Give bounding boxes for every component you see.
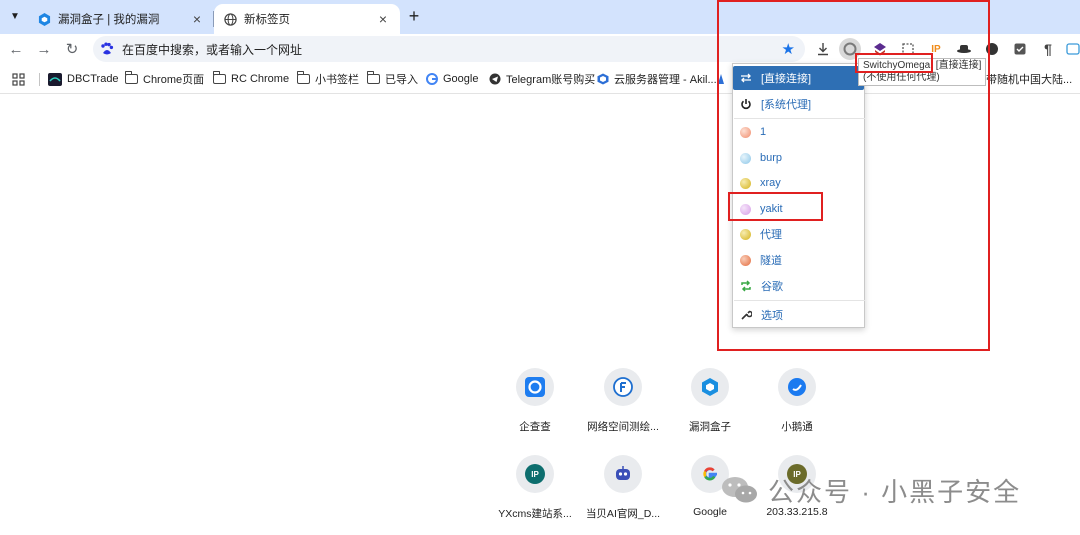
- back-arrow-icon[interactable]: ←: [6, 39, 26, 59]
- tab-title: 漏洞盒子 | 我的漏洞: [58, 14, 160, 26]
- address-placeholder: 在百度中搜索，或者输入一个网址: [122, 42, 303, 57]
- close-icon[interactable]: ×: [190, 11, 204, 27]
- address-bar[interactable]: 在百度中搜索，或者输入一个网址 ★: [93, 36, 805, 62]
- bookmark-cloud-server[interactable]: 云服务器管理 - Akil...: [597, 71, 717, 87]
- bookmark-label: Telegram账号购买: [506, 74, 596, 86]
- notes-extension-icon[interactable]: [1011, 40, 1029, 58]
- baidu-icon: [101, 42, 114, 55]
- shortcut-icon-circle: IP: [516, 455, 554, 493]
- vulbox-icon: [702, 378, 718, 396]
- folder-icon: [366, 71, 380, 84]
- pilcrow-extension-icon[interactable]: ¶: [1039, 40, 1057, 58]
- forward-arrow-icon[interactable]: →: [34, 39, 54, 59]
- shortcut-icon-circle: [778, 368, 816, 406]
- cube-icon: [597, 73, 609, 85]
- dbctrade-icon: [48, 72, 62, 86]
- folder-icon: [212, 71, 226, 84]
- wechat-watermark: 公众号 · 小黑子安全: [720, 470, 1021, 510]
- shortcut-label: 企查查: [519, 421, 551, 433]
- shortcut-label: 漏洞盒子: [689, 421, 731, 433]
- shortcut-label: 网络空间测绘...: [587, 421, 659, 433]
- shortcut-icon-circle: [516, 368, 554, 406]
- telegram-icon: [489, 73, 501, 85]
- bookmark-chrome-pages[interactable]: Chrome页面: [124, 71, 205, 87]
- bookmark-telegram[interactable]: Telegram账号购买: [489, 71, 595, 87]
- shortcut-label: 当贝AI官网_D...: [585, 508, 661, 520]
- robot-icon: [616, 466, 630, 480]
- shortcut-qichacha[interactable]: 企查查: [491, 368, 579, 438]
- watermark-text: 公众号 · 小黑子安全: [768, 476, 1022, 507]
- tab-new-tab[interactable]: 新标签页 ×: [214, 4, 400, 34]
- shortcut-xiaoetong[interactable]: 小鹅通: [753, 368, 841, 438]
- bookmark-rc-chrome[interactable]: RC Chrome: [212, 71, 290, 87]
- qichacha-icon: [525, 377, 545, 397]
- bookmark-dbctrade[interactable]: DBCTrade: [48, 71, 119, 87]
- vulbox-favicon-icon: [38, 12, 51, 26]
- globe-icon: [224, 12, 237, 26]
- fofa-icon: [613, 377, 633, 397]
- bookmarks-divider: [39, 73, 40, 86]
- shortcut-cyberspace-mapping[interactable]: 网络空间测绘...: [579, 368, 667, 438]
- shortcut-yxcms[interactable]: IP YXcms建站系...: [491, 455, 579, 525]
- bookmark-label: DBCTrade: [67, 73, 119, 85]
- google-icon: [703, 467, 717, 481]
- close-icon[interactable]: ×: [376, 11, 390, 27]
- folder-icon: [296, 71, 310, 84]
- bookmark-imported[interactable]: 已导入: [366, 71, 418, 87]
- shortcut-vulbox[interactable]: 漏洞盒子: [666, 368, 754, 438]
- annotation-box-popup: [717, 0, 990, 351]
- shortcut-label: 小鹅通: [781, 421, 813, 433]
- bookmark-label: 小书签栏: [315, 74, 359, 86]
- wechat-icon: [722, 477, 757, 503]
- ip-icon: IP: [525, 464, 545, 484]
- tab-search-icon[interactable]: ▼: [6, 7, 24, 25]
- reload-icon[interactable]: ↻: [62, 39, 82, 59]
- annotation-box-yakit: [728, 192, 823, 221]
- shortcut-label: YXcms建站系...: [498, 508, 572, 520]
- bookmark-label: 云服务器管理 - Akil...: [614, 74, 717, 86]
- shortcut-dangbei-ai[interactable]: 当贝AI官网_D...: [579, 455, 667, 525]
- annotation-box-tooltip: [855, 53, 933, 73]
- bookmark-label: RC Chrome: [231, 73, 290, 85]
- bookmark-overflow-label[interactable]: 带随机中国大陆...: [986, 71, 1072, 87]
- new-tab-plus-icon[interactable]: +: [404, 6, 424, 26]
- shortcut-icon-circle: [691, 368, 729, 406]
- apps-grid-icon[interactable]: [12, 71, 25, 87]
- bookmark-small-bookmarks[interactable]: 小书签栏: [296, 71, 359, 87]
- tab-vulbox[interactable]: 漏洞盒子 | 我的漏洞 ×: [28, 4, 214, 34]
- bookmark-label: Google: [443, 73, 479, 85]
- xiaoetong-icon: [788, 378, 806, 396]
- folder-icon: [124, 71, 138, 84]
- bookmark-google[interactable]: Google: [426, 71, 478, 87]
- google-icon: [426, 73, 438, 85]
- bookmark-label: Chrome页面: [143, 74, 205, 86]
- shortcut-icon-circle: [604, 455, 642, 493]
- shortcut-icon-circle: [604, 368, 642, 406]
- tab-title: 新标签页: [244, 14, 290, 26]
- translate-extension-icon[interactable]: [1064, 40, 1080, 58]
- bookmark-label: 已导入: [385, 74, 418, 86]
